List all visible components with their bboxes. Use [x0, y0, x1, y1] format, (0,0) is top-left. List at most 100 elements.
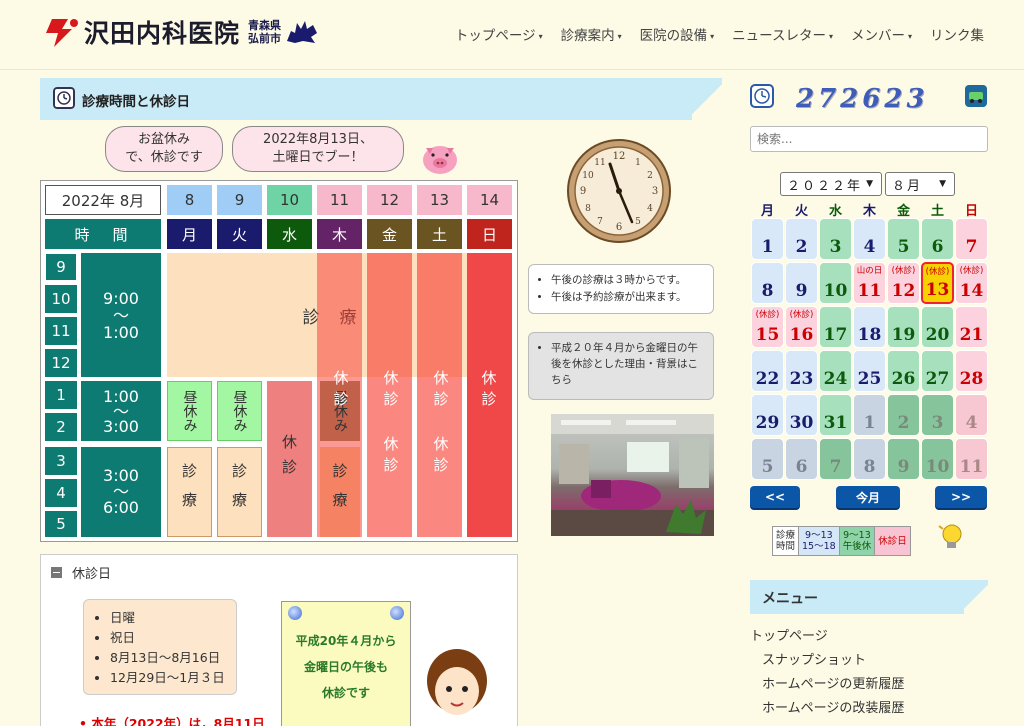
- day-number: 6: [931, 237, 944, 257]
- next-month-button[interactable]: >>: [935, 486, 987, 508]
- dow-label: 日: [964, 204, 978, 219]
- calendar-day[interactable]: (休診) 14: [955, 262, 988, 304]
- day-number: 4: [965, 413, 978, 433]
- month-select[interactable]: ８月 ▼: [885, 172, 955, 196]
- menu-item-snapshot[interactable]: スナップショット: [762, 649, 866, 668]
- calendar-day[interactable]: (休診) 12: [887, 262, 920, 304]
- calendar-day[interactable]: 6: [921, 218, 954, 260]
- svg-text:11: 11: [594, 158, 605, 168]
- menu-item-renewal-history[interactable]: ホームページの改装履歴: [762, 697, 904, 716]
- hour-cell: 9: [45, 253, 77, 281]
- day-number: 26: [891, 369, 916, 389]
- nav-item-facilities[interactable]: 医院の設備 ▾: [640, 24, 715, 44]
- calendar-day[interactable]: (休診) 15: [751, 306, 784, 348]
- calendar-day[interactable]: 7: [819, 438, 852, 480]
- day-number: 5: [761, 457, 774, 477]
- calendar-day[interactable]: (休診) 16: [785, 306, 818, 348]
- calendar-day[interactable]: 2: [887, 394, 920, 436]
- this-month-button[interactable]: 今月: [836, 486, 900, 508]
- calendar-day[interactable]: 17: [819, 306, 852, 348]
- calendar-day[interactable]: 4: [853, 218, 886, 260]
- calendar-day[interactable]: 4: [955, 394, 988, 436]
- calendar-day[interactable]: 5: [887, 218, 920, 260]
- day-number: 10: [823, 281, 848, 301]
- svg-text:9: 9: [580, 186, 586, 197]
- calendar-day[interactable]: 23: [785, 350, 818, 392]
- aomori-map-icon: [287, 21, 318, 43]
- day-number: 11: [857, 281, 882, 301]
- calendar-day[interactable]: 30: [785, 394, 818, 436]
- date-cell: 9: [217, 185, 262, 215]
- dow-label: 月: [760, 204, 774, 219]
- date-cell: 12: [367, 185, 412, 215]
- logo-location: 青森県 弘前市: [248, 19, 281, 45]
- holiday-notice: • 本年（2022年）は，8月11日: [79, 716, 265, 726]
- calendar-day[interactable]: 3: [921, 394, 954, 436]
- collapse-icon[interactable]: [51, 567, 62, 578]
- friday-closing-note[interactable]: 平成２０年４月から金曜日の午後を休診とした理由・背景はこちら: [528, 332, 714, 400]
- svg-text:6: 6: [616, 222, 622, 233]
- svg-text:2: 2: [647, 171, 653, 181]
- friday-reason-link[interactable]: 平成２０年４月から金曜日の午後を休診とした理由・背景はこちら: [551, 340, 705, 388]
- calendar-day[interactable]: 18: [853, 306, 886, 348]
- friday-poster: 平成20年４月から 金曜日の午後も 休診です: [281, 601, 411, 726]
- hour-cell: 11: [45, 317, 77, 345]
- calendar-day[interactable]: 1: [853, 394, 886, 436]
- search-input[interactable]: [750, 126, 988, 152]
- day-number: 1: [863, 413, 876, 433]
- calendar-day[interactable]: 28: [955, 350, 988, 392]
- nav-item-newsletter[interactable]: ニュースレター ▾: [732, 24, 833, 44]
- calendar-day[interactable]: 10: [819, 262, 852, 304]
- calendar-day[interactable]: 6: [785, 438, 818, 480]
- calendar-day[interactable]: 29: [751, 394, 784, 436]
- calendar-day[interactable]: 26: [887, 350, 920, 392]
- day-number: 25: [857, 369, 882, 389]
- calendar-day[interactable]: 10: [921, 438, 954, 480]
- day-number: 12: [891, 281, 916, 301]
- site-logo[interactable]: 沢田内科医院 青森県 弘前市: [42, 14, 319, 50]
- menu-item-update-history[interactable]: ホームページの更新履歴: [762, 673, 904, 692]
- day-number: 15: [755, 325, 780, 345]
- calendar-day[interactable]: 11: [955, 438, 988, 480]
- chevron-down-icon: ▼: [939, 179, 948, 189]
- calendar-day[interactable]: 9: [887, 438, 920, 480]
- calendar-day[interactable]: 山の日 11: [853, 262, 886, 304]
- day-number: 28: [959, 369, 984, 389]
- calendar-day[interactable]: 21: [955, 306, 988, 348]
- holidays-header[interactable]: 休診日: [51, 563, 111, 582]
- dow-label: 水: [828, 204, 842, 219]
- nav-item-clinic-info[interactable]: 診療案内 ▾: [561, 24, 622, 44]
- calendar-day[interactable]: 9: [785, 262, 818, 304]
- calendar-day[interactable]: 25: [853, 350, 886, 392]
- calendar-day[interactable]: 22: [751, 350, 784, 392]
- legend-full-day: 9～13 15～18: [799, 527, 840, 555]
- nav-item-members[interactable]: メンバー ▾: [851, 24, 912, 44]
- calendar-day[interactable]: 31: [819, 394, 852, 436]
- logo-prefecture: 青森県: [248, 19, 282, 32]
- calendar-day[interactable]: 3: [819, 218, 852, 260]
- calendar-legend: 診療 時間 9～13 15～18 9～13 午後休 休診日: [772, 526, 911, 556]
- day-number: 3: [931, 413, 944, 433]
- day-number: 27: [925, 369, 950, 389]
- calendar-day[interactable]: 1: [751, 218, 784, 260]
- bubble-text: 土曜日でブー！: [272, 150, 364, 165]
- calendar-day[interactable]: 8: [853, 438, 886, 480]
- year-select[interactable]: ２０２２年 ▼: [780, 172, 882, 196]
- speech-bubble-date: 2022年8月13日、 土曜日でブー！: [232, 126, 404, 172]
- calendar-day[interactable]: 8: [751, 262, 784, 304]
- calendar-day[interactable]: 2: [785, 218, 818, 260]
- section-title: 診療時間と休診日: [82, 94, 190, 110]
- bubble-text: で、休診です: [125, 150, 203, 165]
- nav-item-links[interactable]: リンク集: [930, 24, 984, 44]
- calendar-day[interactable]: 7: [955, 218, 988, 260]
- calendar-day[interactable]: 19: [887, 306, 920, 348]
- calendar-day[interactable]: (休診) 13: [921, 262, 954, 304]
- prev-month-button[interactable]: <<: [750, 486, 800, 508]
- calendar-day[interactable]: 20: [921, 306, 954, 348]
- menu-item-top[interactable]: トップページ: [750, 625, 828, 644]
- calendar-day[interactable]: 27: [921, 350, 954, 392]
- calendar-day[interactable]: 5: [751, 438, 784, 480]
- bubble-text: お盆休み: [137, 132, 190, 147]
- calendar-day[interactable]: 24: [819, 350, 852, 392]
- nav-item-top[interactable]: トップページ ▾: [455, 24, 543, 44]
